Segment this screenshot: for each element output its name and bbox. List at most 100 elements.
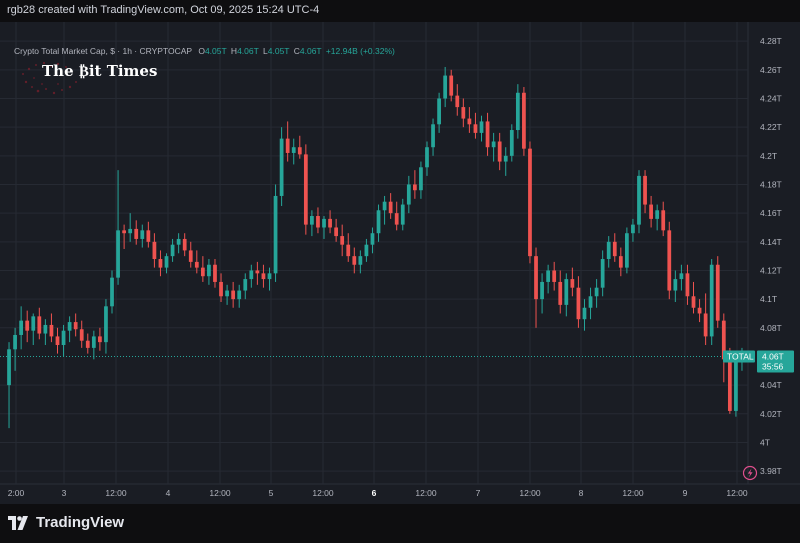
y-tick-label: 4.04T — [760, 380, 782, 390]
candle-body — [273, 195, 278, 274]
candle — [170, 238, 175, 262]
candle — [310, 210, 314, 237]
candle-body — [237, 290, 242, 300]
candle-body — [31, 316, 36, 331]
candle — [200, 256, 205, 282]
candle — [146, 221, 151, 248]
symbol-legend[interactable]: Crypto Total Market Cap, $ · 1h · CRYPTO… — [14, 46, 395, 56]
candle — [152, 233, 157, 268]
candle-body — [667, 230, 672, 291]
tradingview-logo[interactable]: TradingView — [8, 514, 124, 531]
candle-body — [697, 307, 702, 314]
candle — [534, 247, 538, 328]
candle-body — [134, 228, 139, 239]
candle-body — [19, 320, 24, 335]
candle-body — [213, 264, 217, 282]
y-tick-label: 4.16T — [760, 208, 782, 218]
candle — [449, 69, 454, 102]
candlestick-chart[interactable]: 4.28T 4.26T 4.24T 4.22T 4.2T 4.18T 4.16T 4.14T 4… — [0, 22, 800, 504]
candle — [612, 233, 617, 262]
candle-body — [61, 330, 66, 346]
candle-body — [67, 322, 72, 331]
candle-body — [534, 256, 538, 300]
candle-body — [146, 230, 151, 242]
candle — [128, 213, 133, 242]
candle-body — [43, 324, 48, 334]
candle-body — [140, 230, 145, 239]
candle — [546, 264, 551, 294]
candle-body — [13, 334, 17, 350]
candle — [643, 170, 647, 214]
candle — [19, 306, 24, 350]
candle — [431, 118, 435, 156]
candle-body — [715, 264, 720, 321]
candle-body — [618, 256, 623, 268]
candle — [734, 353, 738, 417]
candle-body — [473, 124, 478, 133]
candle-body — [194, 261, 199, 268]
y-tick-label: 4.02T — [760, 409, 782, 419]
candle-body — [425, 147, 429, 168]
candle — [594, 279, 599, 308]
close-value: 4.06T — [299, 46, 322, 56]
candle-body — [207, 264, 211, 277]
candle-body — [79, 329, 84, 341]
candle-body — [164, 256, 169, 268]
y-tick-label: 4T — [760, 437, 770, 447]
price-tag-countdown: 35:56 — [762, 361, 784, 371]
candle — [703, 293, 708, 346]
symbol-title: Crypto Total Market Cap, $ · 1h · CRYPTO… — [14, 46, 192, 56]
candle-body — [279, 138, 284, 196]
candle-body — [394, 213, 399, 225]
y-tick-label: 3.98T — [760, 466, 782, 476]
time-axis[interactable]: 2:00 3 12:00 4 12:00 5 12:00 6 12:00 7 12:00 8 12:00… — [8, 488, 748, 498]
x-tick-label: 9 — [683, 488, 688, 498]
candle-body — [600, 259, 605, 288]
candle — [485, 112, 490, 156]
candle-body — [606, 241, 611, 260]
lightning-icon[interactable] — [742, 465, 758, 481]
candle-body — [358, 256, 363, 265]
candle — [104, 299, 108, 354]
candle — [188, 241, 193, 268]
candle-body — [25, 320, 30, 331]
candle — [176, 233, 181, 254]
open-label: O — [198, 46, 205, 56]
candle-body — [176, 238, 181, 245]
x-tick-label: 12:00 — [312, 488, 334, 498]
candle-body — [503, 155, 508, 162]
candle — [419, 161, 423, 199]
candle-body — [322, 218, 326, 228]
candle-body — [328, 218, 332, 228]
candle-body — [310, 216, 314, 225]
candle — [673, 270, 678, 303]
candle-body — [249, 270, 254, 280]
candle — [79, 320, 84, 348]
candle-body — [552, 270, 557, 282]
x-tick-label: 4 — [166, 488, 171, 498]
candle — [497, 132, 502, 171]
x-tick-label: 3 — [62, 488, 67, 498]
candle — [679, 264, 684, 291]
candle-body — [546, 270, 551, 282]
candle — [655, 204, 660, 231]
candle-body — [509, 130, 514, 156]
chart-area[interactable]: 4.28T 4.26T 4.24T 4.22T 4.2T 4.18T 4.16T 4.14T 4… — [0, 22, 800, 504]
candle — [91, 330, 96, 360]
tradingview-brand: TradingView — [36, 514, 125, 531]
candle-body — [612, 241, 617, 257]
candle-body — [528, 148, 532, 257]
high-value: 4.06T — [237, 46, 259, 56]
candle — [455, 84, 460, 116]
candle — [503, 147, 508, 176]
price-axis[interactable]: 4.28T 4.26T 4.24T 4.22T 4.2T 4.18T 4.16T 4.14T 4… — [760, 36, 782, 476]
x-tick-label: 5 — [269, 488, 274, 498]
candle-body — [182, 238, 187, 251]
candle-body — [412, 184, 417, 191]
candle-body — [419, 167, 423, 191]
change-value: +12.94B (+0.32%) — [325, 46, 395, 56]
candle — [122, 224, 126, 249]
y-tick-label: 4.18T — [760, 179, 782, 189]
candle — [443, 66, 448, 108]
candle-body — [376, 210, 381, 234]
